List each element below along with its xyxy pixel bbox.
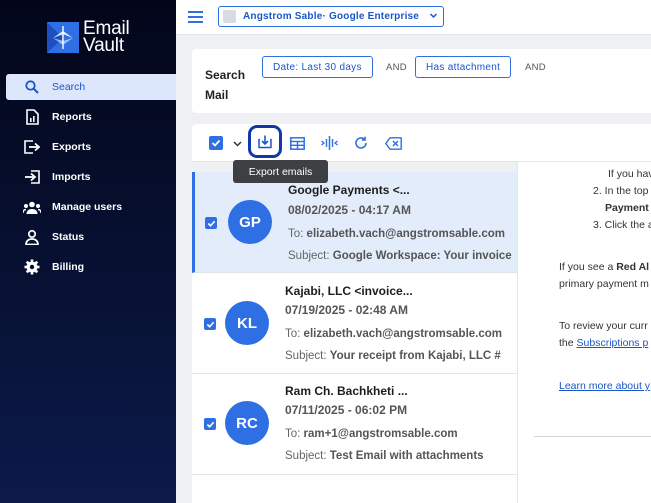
sidebar-item-label: Manage users	[52, 201, 123, 213]
sidebar-item-search[interactable]: Search	[6, 74, 176, 100]
split-view-icon[interactable]	[320, 135, 338, 151]
preview-text: To review your curr	[559, 320, 648, 332]
main-area: Angstrom Sable· Google Enterprise Search…	[176, 0, 651, 503]
account-icon	[223, 10, 236, 23]
sidebar-item-label: Imports	[52, 171, 91, 183]
email-toolbar: Export emails	[192, 124, 651, 183]
logo-mark-icon	[47, 21, 79, 53]
email-sender: Kajabi, LLC <invoice...	[285, 284, 413, 298]
chevron-down-icon	[429, 11, 438, 23]
logo-text: Email Vault	[83, 18, 130, 56]
email-row[interactable]: GP Google Payments <... 08/02/2025 - 04:…	[192, 172, 517, 273]
sidebar-item-manage-users[interactable]: Manage users	[6, 194, 176, 220]
sidebar-item-label: Billing	[52, 261, 85, 273]
search-icon	[23, 78, 41, 96]
sidebar-item-label: Search	[52, 81, 86, 93]
email-row[interactable]: RC Ram Ch. Bachkheti ... 07/11/2025 - 06…	[192, 374, 517, 475]
email-sender: Google Payments <...	[288, 183, 410, 197]
sidebar-item-label: Reports	[52, 111, 92, 123]
refresh-icon[interactable]	[353, 135, 369, 151]
email-recipient: To: ram+1@angstromsable.com	[285, 428, 458, 440]
email-vault-logo[interactable]: Email Vault	[47, 18, 130, 56]
email-row[interactable]: KL Kajabi, LLC <invoice... 07/19/2025 - …	[192, 273, 517, 374]
email-date: 08/02/2025 - 04:17 AM	[288, 203, 411, 217]
export-emails-button[interactable]	[248, 125, 282, 158]
avatar: GP	[228, 200, 272, 244]
preview-text: 3. Click the a	[593, 219, 651, 231]
email-recipient: To: elizabeth.vach@angstromsable.com	[285, 328, 503, 340]
import-icon	[23, 168, 41, 186]
email-list: GP Google Payments <... 08/02/2025 - 04:…	[192, 172, 517, 503]
filter-chip-date[interactable]: Date: Last 30 days	[262, 56, 373, 78]
preview-text: the Subscriptions p	[559, 337, 649, 349]
row-checkbox[interactable]	[205, 217, 217, 229]
email-date: 07/11/2025 - 06:02 PM	[285, 403, 408, 417]
preview-text: If you hav	[608, 168, 651, 180]
learn-more-link[interactable]: Learn more about y	[559, 380, 650, 392]
menu-icon[interactable]	[188, 11, 203, 23]
avatar: RC	[225, 401, 269, 445]
export-emails-tooltip: Export emails	[233, 160, 328, 183]
download-icon	[258, 135, 272, 148]
row-checkbox[interactable]	[204, 418, 216, 430]
avatar: KL	[225, 301, 269, 345]
sidebar-item-label: Exports	[52, 141, 92, 153]
email-preview-pane: If you hav 2. In the top Payment 3. Clic…	[517, 162, 651, 503]
search-bar: Search Mail Date: Last 30 days AND Has a…	[192, 49, 651, 113]
email-sender: Ram Ch. Bachkheti ...	[285, 384, 408, 398]
search-mail-label: Search Mail	[205, 68, 246, 102]
preview-text: primary payment m	[559, 278, 649, 290]
person-icon	[23, 228, 41, 246]
preview-text: If you see a Red Al	[559, 261, 650, 273]
sidebar-item-status[interactable]: Status	[6, 224, 176, 250]
select-all-checkbox[interactable]	[209, 136, 223, 150]
sidebar-item-reports[interactable]: Reports	[6, 104, 176, 130]
account-label: Angstrom Sable· Google Enterprise	[243, 11, 420, 22]
export-icon	[23, 138, 41, 156]
table-view-icon[interactable]	[289, 136, 305, 150]
clear-search-icon[interactable]	[384, 135, 402, 151]
report-icon	[23, 108, 41, 126]
sidebar-item-imports[interactable]: Imports	[6, 164, 176, 190]
subscriptions-link[interactable]: Subscriptions p	[577, 337, 649, 349]
email-subject: Subject: Test Email with attachments	[285, 450, 484, 462]
select-dropdown-chevron-icon[interactable]	[232, 138, 242, 148]
top-bar: Angstrom Sable· Google Enterprise	[176, 0, 651, 35]
sidebar-item-label: Status	[52, 231, 85, 243]
email-subject: Subject: Google Workspace: Your invoice	[288, 250, 512, 262]
sidebar-nav: Search Reports Exports Imports Manage us…	[6, 74, 176, 284]
users-icon	[23, 198, 41, 216]
divider	[534, 436, 651, 437]
email-recipient: To: elizabeth.vach@angstromsable.com	[288, 228, 506, 240]
row-checkbox[interactable]	[204, 318, 216, 330]
email-date: 07/19/2025 - 02:48 AM	[285, 303, 408, 317]
account-selector[interactable]: Angstrom Sable· Google Enterprise	[218, 6, 444, 27]
preview-text: Payment	[605, 202, 649, 214]
gear-icon	[23, 258, 41, 276]
sidebar-item-billing[interactable]: Billing	[6, 254, 176, 280]
sidebar-item-exports[interactable]: Exports	[6, 134, 176, 160]
and-operator: AND	[386, 62, 407, 73]
email-subject: Subject: Your receipt from Kajabi, LLC #	[285, 350, 501, 362]
sidebar: Email Vault Search Reports Exports Impor…	[0, 0, 176, 503]
preview-text: 2. In the top	[593, 185, 649, 197]
filter-chip-attachment[interactable]: Has attachment	[415, 56, 512, 78]
and-operator: AND	[525, 62, 546, 73]
